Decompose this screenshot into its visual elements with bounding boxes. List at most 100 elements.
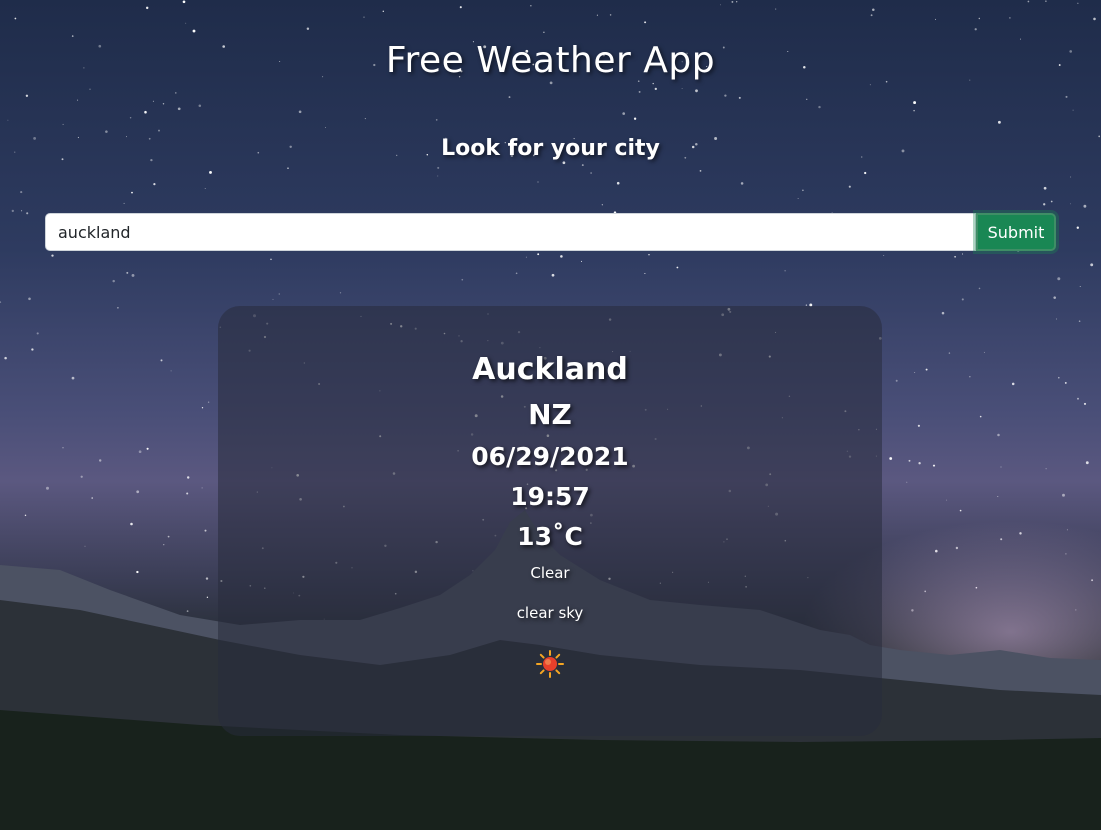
star <box>1077 2 1079 4</box>
star <box>1058 376 1060 379</box>
star <box>914 372 916 373</box>
star <box>979 415 982 418</box>
star <box>7 119 9 121</box>
page-subtitle: Look for your city <box>441 136 660 161</box>
star <box>581 164 584 167</box>
star <box>1057 277 1061 281</box>
star <box>1045 0 1047 2</box>
star <box>1009 17 1011 19</box>
star <box>324 126 326 128</box>
star <box>270 258 272 261</box>
star <box>537 181 539 183</box>
star <box>272 298 274 300</box>
star <box>889 457 893 460</box>
star <box>609 14 612 16</box>
sun-icon <box>536 650 564 678</box>
star <box>36 332 39 335</box>
star <box>731 0 734 3</box>
star <box>864 171 867 175</box>
star <box>51 254 54 257</box>
star <box>948 352 951 354</box>
weather-main: Clear <box>530 564 570 582</box>
star <box>784 270 786 272</box>
star <box>1000 466 1002 468</box>
star <box>997 433 1000 437</box>
star <box>818 105 821 109</box>
star <box>736 1 738 3</box>
star <box>459 6 462 9</box>
star <box>152 100 154 102</box>
star <box>580 260 583 262</box>
weather-card: Auckland NZ 06/29/2021 19:57 13˚C Clear … <box>218 306 882 736</box>
star <box>198 104 202 108</box>
star <box>98 459 102 462</box>
star <box>806 98 808 100</box>
star <box>961 298 964 301</box>
star <box>997 120 1001 124</box>
star <box>676 266 679 269</box>
star <box>71 35 74 37</box>
star <box>740 182 744 185</box>
star <box>1083 204 1087 208</box>
star <box>681 87 683 89</box>
star <box>537 253 540 256</box>
star <box>1011 382 1015 386</box>
star <box>848 185 851 188</box>
star <box>648 253 650 256</box>
star <box>4 356 7 360</box>
star <box>1045 468 1047 470</box>
star <box>1076 226 1079 229</box>
star <box>872 8 875 12</box>
star <box>1043 203 1046 206</box>
star <box>549 81 553 85</box>
star <box>983 351 985 353</box>
star <box>364 118 366 120</box>
star <box>508 96 511 99</box>
background: Free Weather App Look for your city Subm… <box>0 0 1101 830</box>
star <box>969 376 971 378</box>
star <box>339 292 342 294</box>
star <box>802 189 804 192</box>
star <box>11 209 14 213</box>
star <box>1072 109 1074 111</box>
submit-button[interactable]: Submit <box>976 213 1056 251</box>
star <box>652 82 654 85</box>
star <box>644 273 646 274</box>
star <box>775 8 777 10</box>
star <box>1053 296 1056 299</box>
star <box>1065 95 1068 98</box>
star <box>797 197 799 199</box>
star <box>278 293 280 295</box>
star <box>925 368 928 371</box>
star <box>112 279 115 283</box>
star <box>918 462 921 465</box>
star <box>105 130 108 133</box>
star <box>21 210 23 212</box>
star <box>560 255 563 258</box>
star <box>14 17 17 20</box>
star <box>138 450 142 454</box>
star <box>932 464 936 467</box>
star <box>62 447 64 449</box>
star <box>601 204 603 206</box>
star <box>913 109 915 112</box>
star <box>129 117 132 119</box>
page-title: Free Weather App <box>385 40 716 81</box>
star <box>160 359 163 362</box>
star <box>123 202 125 204</box>
star <box>954 255 956 258</box>
star <box>562 161 566 165</box>
star <box>437 166 440 169</box>
star <box>1078 320 1081 323</box>
star <box>543 31 545 34</box>
star <box>26 212 29 215</box>
star <box>145 6 149 10</box>
star <box>1070 176 1072 178</box>
star <box>306 27 310 31</box>
star <box>363 16 365 18</box>
star <box>1050 200 1053 203</box>
star <box>622 112 626 115</box>
city-search-input[interactable] <box>45 213 976 251</box>
star <box>435 119 438 121</box>
star <box>28 297 31 301</box>
